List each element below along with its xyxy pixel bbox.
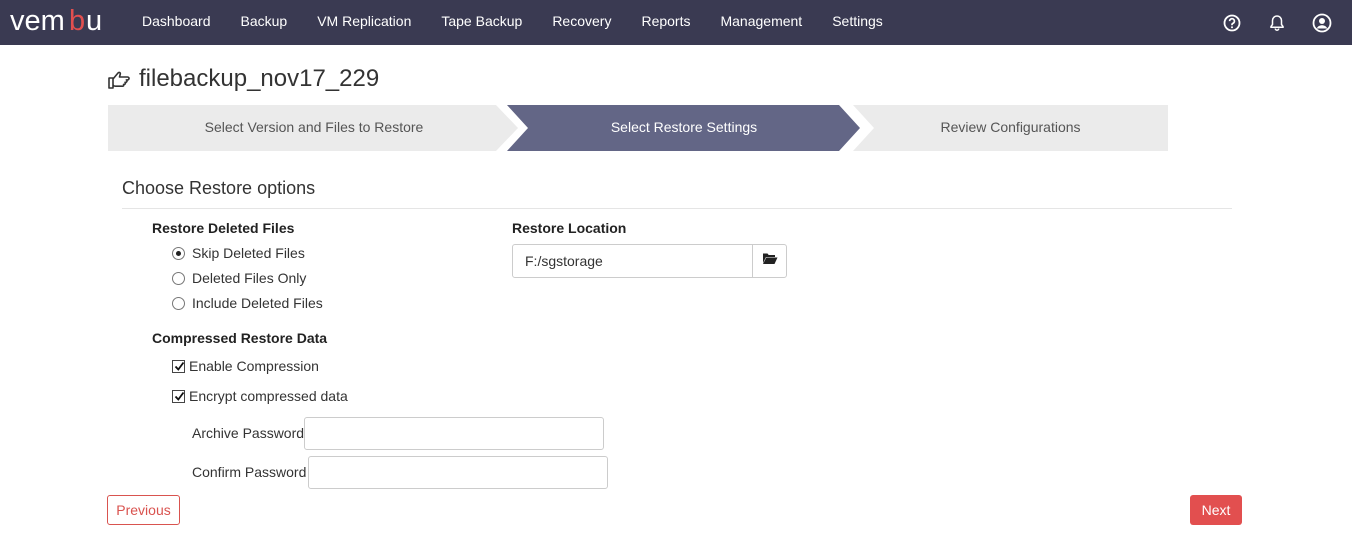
next-button[interactable]: Next [1190, 495, 1242, 525]
checkbox-enable-compression[interactable]: Enable Compression [172, 358, 319, 374]
nav-tape-backup[interactable]: Tape Backup [426, 0, 537, 45]
checkbox[interactable] [172, 389, 185, 403]
restore-deleted-label: Restore Deleted Files [152, 220, 295, 236]
hand-pointer-icon [107, 67, 131, 91]
wizard-step-label: Review Configurations [940, 119, 1081, 135]
radio-label: Skip Deleted Files [192, 245, 305, 261]
top-navbar: vem b u Dashboard Backup VM Replication … [0, 0, 1352, 45]
radio-button[interactable] [172, 296, 185, 310]
restore-location-label: Restore Location [512, 220, 627, 236]
wizard-step-restore-settings[interactable]: Select Restore Settings [507, 105, 861, 151]
checkbox-label: Encrypt compressed data [189, 388, 348, 404]
radio-deleted-only[interactable]: Deleted Files Only [172, 270, 306, 286]
svg-text:vem: vem [10, 6, 65, 37]
bell-icon[interactable] [1267, 13, 1287, 33]
svg-text:u: u [86, 6, 102, 37]
section-divider [122, 208, 1232, 209]
radio-label: Include Deleted Files [192, 295, 323, 311]
nav-backup[interactable]: Backup [226, 0, 303, 45]
browse-folder-button[interactable] [752, 244, 787, 278]
radio-button[interactable] [172, 246, 185, 260]
radio-include-deleted[interactable]: Include Deleted Files [172, 295, 323, 311]
checkbox-label: Enable Compression [189, 358, 319, 374]
archive-password-input[interactable] [304, 417, 604, 450]
restore-location-input[interactable]: F:/sgstorage [512, 244, 753, 278]
confirm-password-input[interactable] [308, 456, 608, 489]
confirm-password-label: Confirm Password [192, 464, 307, 480]
wizard-step-label: Select Version and Files to Restore [204, 119, 424, 135]
page-title: filebackup_nov17_229 [107, 64, 379, 94]
folder-open-icon [762, 252, 778, 270]
nav-dashboard[interactable]: Dashboard [127, 0, 226, 45]
wizard-steps: Select Version and Files to Restore Sele… [108, 105, 1168, 151]
nav-settings[interactable]: Settings [817, 0, 898, 45]
help-icon[interactable] [1222, 13, 1242, 33]
radio-button[interactable] [172, 271, 185, 285]
vembu-logo[interactable]: vem b u [10, 5, 114, 38]
wizard-step-review[interactable]: Review Configurations [853, 105, 1168, 151]
wizard-step-label: Select Restore Settings [610, 119, 758, 135]
svg-text:b: b [69, 6, 85, 37]
checkbox[interactable] [172, 359, 185, 373]
nav-recovery[interactable]: Recovery [537, 0, 626, 45]
page-title-text: filebackup_nov17_229 [139, 65, 380, 92]
wizard-step-select-version[interactable]: Select Version and Files to Restore [108, 105, 520, 151]
compressed-data-label: Compressed Restore Data [152, 330, 328, 346]
radio-label: Deleted Files Only [192, 270, 307, 286]
checkbox-encrypt-data[interactable]: Encrypt compressed data [172, 388, 348, 404]
section-title: Choose Restore options [122, 178, 316, 198]
nav-reports[interactable]: Reports [626, 0, 705, 45]
archive-password-label: Archive Password [192, 425, 305, 441]
radio-skip-deleted[interactable]: Skip Deleted Files [172, 245, 305, 261]
previous-button[interactable]: Previous [107, 495, 180, 525]
user-icon[interactable] [1312, 13, 1332, 33]
nav-vm-replication[interactable]: VM Replication [302, 0, 426, 45]
nav-management[interactable]: Management [705, 0, 817, 45]
